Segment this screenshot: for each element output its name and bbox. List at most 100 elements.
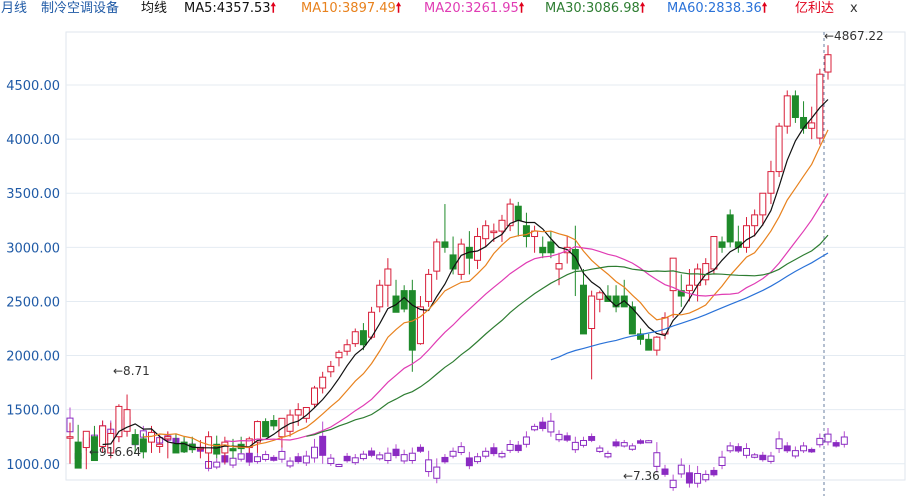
candle-body — [808, 122, 816, 129]
volume-bar — [286, 460, 294, 467]
y-tick-label: 3000.00 — [6, 241, 60, 256]
max-price-label: ←4867.22 — [824, 29, 884, 43]
volume-bar — [718, 456, 726, 466]
high-volume-label: ←8.71 — [113, 364, 150, 378]
volume-bar — [400, 454, 408, 462]
candle-body — [775, 125, 783, 173]
candle-body — [490, 230, 498, 234]
candle-body — [547, 241, 555, 254]
volume-bar — [653, 452, 661, 467]
volume-bar — [775, 438, 783, 450]
volume-bar — [302, 455, 310, 464]
volume-bar — [726, 445, 734, 452]
volume-bar — [278, 450, 286, 460]
volume-bar — [213, 461, 221, 468]
volume-bar — [506, 444, 514, 451]
volume-bar — [783, 445, 791, 452]
y-tick-label: 2500.00 — [6, 295, 60, 310]
volume-bar — [637, 440, 645, 444]
candle-body — [131, 434, 139, 445]
candle-body — [229, 448, 237, 452]
candle-body — [474, 236, 482, 261]
low-price-label: ←916.64 — [89, 445, 141, 459]
volume-bar — [539, 421, 547, 429]
candle-body — [74, 441, 82, 469]
volume-bar — [449, 450, 457, 457]
y-tick-label: 4500.00 — [6, 79, 60, 94]
candle-body — [384, 268, 392, 286]
volume-bar — [661, 468, 669, 475]
volume-bar — [555, 433, 563, 441]
candle-body — [99, 425, 107, 447]
volume-bar — [229, 457, 237, 466]
volume-bar — [563, 435, 571, 441]
volume-bar — [368, 450, 376, 456]
moving-average-lines — [102, 99, 829, 449]
volume-bar — [376, 454, 384, 460]
volume-bar — [759, 454, 767, 461]
candle-body — [596, 292, 604, 300]
volume-bar — [359, 453, 367, 460]
volume-bar — [474, 456, 482, 463]
candle-body — [718, 241, 726, 248]
volume-bar — [441, 456, 449, 463]
annotations: ←4867.22 ←8.71 ←916.64 ←7.36 — [89, 29, 884, 483]
volume-bar — [294, 456, 302, 463]
candle-body — [685, 284, 693, 292]
y-tick-label: 2000.00 — [6, 350, 60, 365]
y-tick-label: 1000.00 — [6, 458, 60, 473]
volume-bar — [245, 452, 253, 463]
plot-frame — [65, 31, 906, 481]
candle-body — [294, 409, 302, 416]
volume-bar — [498, 452, 506, 458]
candle-body — [172, 443, 180, 454]
volume-bar — [547, 420, 555, 433]
volume-bar — [694, 473, 702, 484]
volume-bar — [710, 469, 718, 476]
candle-body — [783, 95, 791, 127]
y-axis: 1000.00 1500.00 2000.00 2500.00 3000.00 3500.… — [6, 79, 60, 473]
volume-bar — [425, 459, 433, 473]
volume-bar — [832, 442, 840, 447]
candle-body — [498, 219, 506, 232]
candlestick-chart[interactable]: 1000.00 1500.00 2000.00 2500.00 3000.00 3500.… — [0, 0, 911, 496]
candle-body — [653, 336, 661, 351]
candle-body — [588, 295, 596, 330]
candle-body — [425, 273, 433, 302]
candle-body — [376, 284, 384, 308]
volume-bar — [840, 436, 848, 445]
candle-body — [156, 443, 164, 447]
volume-bar — [685, 472, 693, 484]
candle-body — [759, 192, 767, 216]
volume-bar — [734, 446, 742, 452]
volume-bar — [620, 442, 628, 447]
candle-body — [359, 330, 367, 346]
y-tick-label: 3500.00 — [6, 187, 60, 202]
volume-bar — [824, 433, 832, 443]
volume-bar — [808, 448, 816, 453]
volume-bar — [588, 435, 596, 441]
candle-body — [571, 249, 579, 270]
candle-body — [221, 441, 229, 454]
candle-body — [579, 284, 587, 335]
volume-bar — [612, 441, 620, 447]
candle-body — [482, 225, 490, 240]
volume-bar — [579, 440, 587, 446]
volume-bar — [408, 452, 416, 462]
volume-bar — [416, 446, 424, 452]
volume-bar — [816, 437, 824, 446]
candle-body — [164, 436, 172, 440]
candle-body — [441, 241, 449, 248]
volume-bar — [522, 436, 530, 445]
volume-bar — [490, 447, 498, 455]
low-volume-label: ←7.36 — [623, 469, 660, 483]
candle-body — [416, 306, 424, 345]
candle-body — [139, 438, 147, 453]
volume-bar — [262, 454, 270, 460]
candle-body — [335, 351, 343, 359]
volume-bar — [791, 450, 799, 457]
ma10-line — [143, 129, 829, 448]
volume-bar — [751, 454, 759, 458]
candle-body — [767, 171, 775, 194]
volume-bar — [237, 453, 245, 460]
